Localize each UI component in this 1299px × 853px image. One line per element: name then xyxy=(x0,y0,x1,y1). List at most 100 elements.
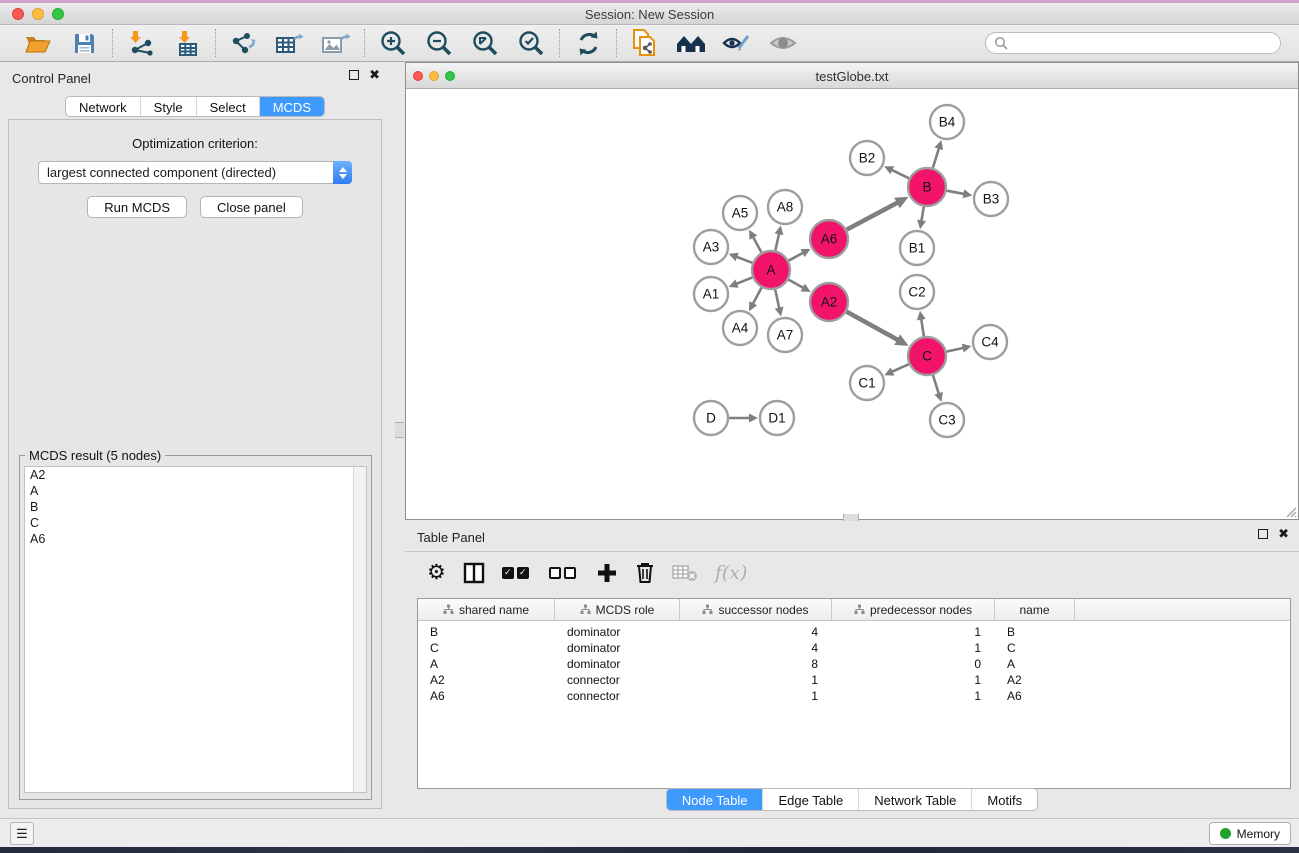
node-table[interactable]: shared nameMCDS rolesuccessor nodesprede… xyxy=(417,598,1291,789)
graph-edge-B-B3[interactable] xyxy=(947,191,966,195)
zoom-out-button[interactable] xyxy=(423,28,455,58)
run-mcds-button[interactable]: Run MCDS xyxy=(87,196,187,218)
close-panel-icon[interactable]: ✖ xyxy=(369,70,380,80)
memory-button[interactable]: Memory xyxy=(1209,822,1291,845)
float-panel-icon[interactable] xyxy=(349,70,359,80)
create-column-button[interactable] xyxy=(596,558,618,588)
zoom-out-icon xyxy=(425,29,453,57)
graph-edge-A2-C[interactable] xyxy=(847,312,899,341)
result-item[interactable]: B xyxy=(25,499,366,515)
graph-node-label: B3 xyxy=(983,192,1000,207)
column-header-name[interactable]: name xyxy=(995,599,1075,620)
close-panel-button[interactable]: Close panel xyxy=(200,196,303,218)
import-table-button[interactable] xyxy=(171,28,203,58)
table-row[interactable]: A2connector11A2 xyxy=(418,672,1290,688)
criterion-dropdown[interactable]: largest connected component (directed) xyxy=(38,161,352,184)
clone-network-button[interactable] xyxy=(629,28,661,58)
export-network-button[interactable] xyxy=(228,28,260,58)
column-header-predecessor-nodes[interactable]: predecessor nodes xyxy=(832,599,995,620)
table-cell: A2 xyxy=(418,673,555,687)
graph-edge-C-C1[interactable] xyxy=(891,364,909,372)
refresh-button[interactable] xyxy=(572,28,604,58)
zoom-in-button[interactable] xyxy=(377,28,409,58)
export-image-button[interactable] xyxy=(320,28,352,58)
task-history-button[interactable]: ☰ xyxy=(10,822,34,845)
delete-table-button[interactable] xyxy=(672,558,698,588)
table-settings-button[interactable]: ⚙ xyxy=(427,558,446,588)
graph-edge-A-A1[interactable] xyxy=(735,277,752,284)
graph-edge-B-B1[interactable] xyxy=(921,207,924,223)
column-header-successor-nodes[interactable]: successor nodes xyxy=(680,599,832,620)
search-box[interactable] xyxy=(985,32,1281,54)
result-item[interactable]: A2 xyxy=(25,467,366,483)
network-window-titlebar[interactable]: testGlobe.txt xyxy=(406,63,1298,89)
graph-edge-A-A8[interactable] xyxy=(775,232,779,250)
graph-edge-A6-B[interactable] xyxy=(847,202,899,230)
tab-network-table[interactable]: Network Table xyxy=(858,789,971,810)
graph-edge-A-A3[interactable] xyxy=(735,256,752,263)
graph-edge-B-B4[interactable] xyxy=(933,147,939,168)
import-network-button[interactable] xyxy=(125,28,157,58)
eye-icon xyxy=(768,32,798,54)
zoom-fit-button[interactable] xyxy=(469,28,501,58)
list-icon: ☰ xyxy=(16,826,28,842)
show-columns-button[interactable] xyxy=(463,558,485,588)
table-cell: B xyxy=(995,625,1075,639)
table-cell: 1 xyxy=(832,641,995,655)
network-canvas[interactable]: B4B2BB3A5A8A6B1A3AC2A1A2A4A7C4CC1DD1C3 xyxy=(406,89,1298,519)
close-table-panel-icon[interactable]: ✖ xyxy=(1278,529,1289,539)
table-cell: dominator xyxy=(555,641,680,655)
graph-node-label: C1 xyxy=(858,376,875,391)
home-layout-button[interactable] xyxy=(675,28,707,58)
export-table-button[interactable] xyxy=(274,28,306,58)
tab-motifs[interactable]: Motifs xyxy=(971,789,1037,810)
tab-edge-table[interactable]: Edge Table xyxy=(762,789,858,810)
column-header-shared-name[interactable]: shared name xyxy=(418,599,555,620)
toggle-graphics-details-button[interactable] xyxy=(721,28,753,58)
graph-node-label: D1 xyxy=(768,411,785,426)
unselect-all-button[interactable] xyxy=(549,558,579,588)
table-row[interactable]: Cdominator41C xyxy=(418,640,1290,656)
graph-edge-A-A7[interactable] xyxy=(775,290,779,310)
column-header-MCDS-role[interactable]: MCDS role xyxy=(555,599,680,620)
graph-edge-C-C2[interactable] xyxy=(921,318,924,337)
column-type-icon xyxy=(702,604,713,615)
tab-select[interactable]: Select xyxy=(196,97,259,116)
vertical-split-grip[interactable] xyxy=(395,422,404,438)
search-input[interactable] xyxy=(1013,36,1272,50)
graph-edge-A-A5[interactable] xyxy=(752,236,761,253)
table-row[interactable]: A6connector11A6 xyxy=(418,688,1290,704)
show-hide-button[interactable] xyxy=(767,28,799,58)
graph-node-label: A8 xyxy=(777,200,794,215)
open-session-button[interactable] xyxy=(22,28,54,58)
graph-edge-A-A2[interactable] xyxy=(789,280,805,289)
checked-box-icon: ✓ xyxy=(502,567,514,579)
zoom-selected-button[interactable] xyxy=(515,28,547,58)
graph-edge-C-C4[interactable] xyxy=(947,348,965,352)
result-item[interactable]: C xyxy=(25,515,366,531)
resize-grip-icon[interactable] xyxy=(1283,504,1297,518)
graph-edge-A-A6[interactable] xyxy=(789,252,805,260)
float-table-panel-icon[interactable] xyxy=(1258,529,1268,539)
table-cell: connector xyxy=(555,689,680,703)
result-list-scrollbar[interactable] xyxy=(353,467,366,792)
delete-column-button[interactable] xyxy=(635,558,655,588)
tab-node-table[interactable]: Node Table xyxy=(667,789,763,810)
tab-mcds[interactable]: MCDS xyxy=(259,97,324,116)
tab-style[interactable]: Style xyxy=(140,97,196,116)
select-all-button[interactable]: ✓✓ xyxy=(502,558,532,588)
result-item[interactable]: A6 xyxy=(25,531,366,547)
control-panel-tabs: NetworkStyleSelectMCDS xyxy=(65,96,325,117)
save-session-button[interactable] xyxy=(68,28,100,58)
result-item[interactable]: A xyxy=(25,483,366,499)
table-row[interactable]: Bdominator41B xyxy=(418,624,1290,640)
trash-icon xyxy=(635,561,655,584)
table-row[interactable]: Adominator80A xyxy=(418,656,1290,672)
mcds-result-list[interactable]: A2ABCA6 xyxy=(24,466,367,793)
window-titlebar[interactable]: Session: New Session xyxy=(0,3,1299,25)
function-builder-button[interactable]: f(x) xyxy=(715,558,748,588)
graph-edge-C-C3[interactable] xyxy=(933,375,939,395)
graph-edge-B-B2[interactable] xyxy=(890,169,909,178)
tab-network[interactable]: Network xyxy=(66,97,140,116)
graph-edge-A-A4[interactable] xyxy=(752,288,761,305)
